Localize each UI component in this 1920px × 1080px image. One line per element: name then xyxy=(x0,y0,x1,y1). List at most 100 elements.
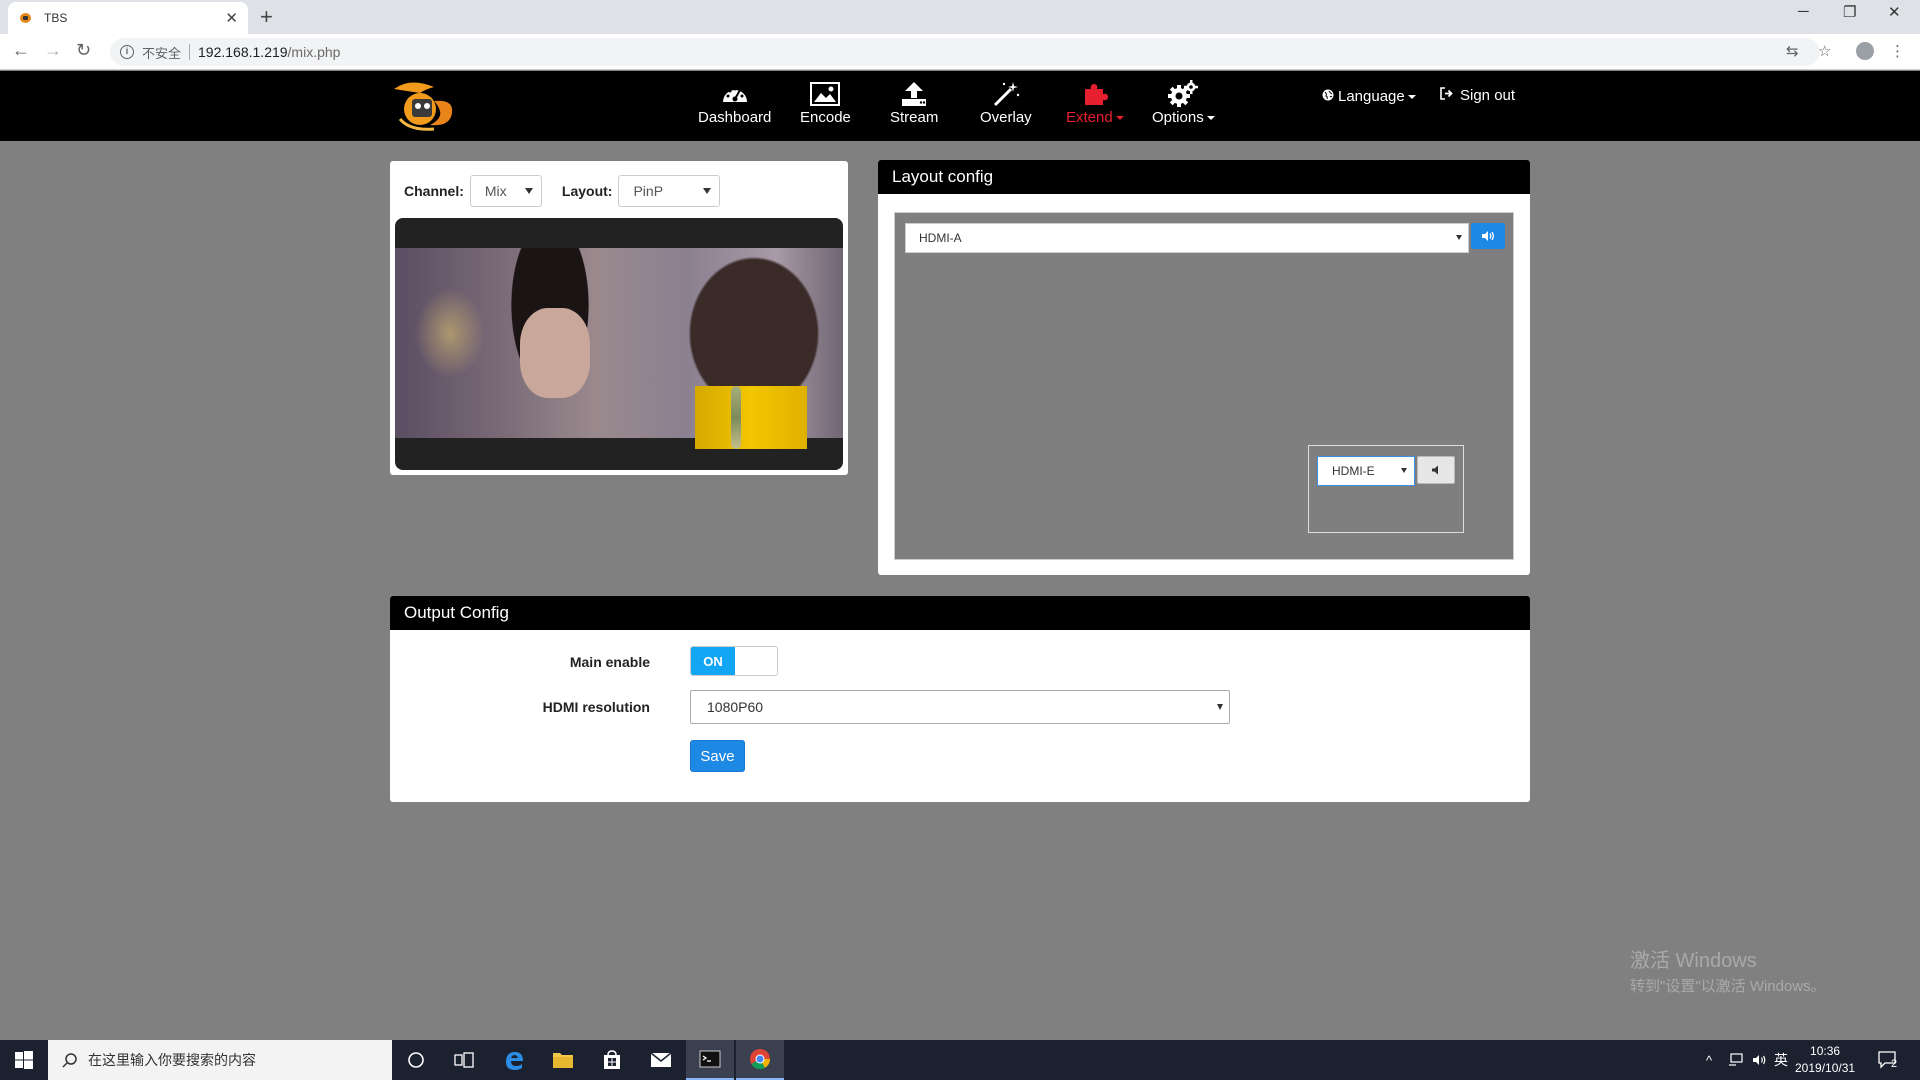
channel-value: Mix xyxy=(484,183,507,199)
pip-window[interactable]: HDMI-E xyxy=(1308,445,1464,533)
nav-options[interactable]: Options xyxy=(1152,79,1215,135)
close-tab-icon[interactable]: ✕ xyxy=(225,9,238,27)
windows-start-icon[interactable] xyxy=(0,1040,48,1080)
caret-down-icon xyxy=(1456,235,1462,240)
video-detail xyxy=(520,308,590,398)
nav-options-label: Options xyxy=(1152,109,1215,126)
terminal-icon[interactable] xyxy=(686,1040,734,1080)
nav-extend-label: Extend xyxy=(1066,109,1124,126)
nav-encode[interactable]: Encode xyxy=(800,79,851,135)
tbs-logo-icon[interactable] xyxy=(390,79,458,133)
output-config-title: Output Config xyxy=(390,596,1530,630)
pip-audio-button[interactable] xyxy=(1417,456,1455,484)
search-icon xyxy=(62,1053,77,1068)
close-window-icon[interactable]: ✕ xyxy=(1888,3,1901,21)
mail-icon[interactable] xyxy=(637,1040,685,1080)
layout-label: Layout: xyxy=(561,183,613,199)
file-explorer-icon[interactable] xyxy=(539,1040,587,1080)
nav-dashboard[interactable]: Dashboard xyxy=(698,79,771,135)
divider xyxy=(189,44,191,60)
nav-stream[interactable]: Stream xyxy=(890,79,938,135)
magic-wand-icon xyxy=(992,79,1020,109)
pip-source-value: HDMI-E xyxy=(1332,464,1375,478)
browser-tab-bar: TBS ✕ + ─ ❐ ✕ xyxy=(0,0,1920,34)
layout-select[interactable]: PinP xyxy=(618,175,721,207)
puzzle-icon xyxy=(1081,79,1109,109)
url-path: /mix.php xyxy=(287,44,341,60)
main-source-select[interactable]: HDMI-A xyxy=(905,223,1469,253)
nav-label: Encode xyxy=(800,109,851,126)
upload-icon xyxy=(900,79,928,109)
restore-icon[interactable]: ❐ xyxy=(1843,3,1856,21)
caret-down-icon xyxy=(524,188,533,194)
address-bar: ← → ↻ i 不安全 192.168.1.219/mix.php ⇆ ☆ ⋮ xyxy=(0,34,1920,70)
layout-value: PinP xyxy=(633,183,664,199)
nav-label: Options xyxy=(1152,109,1204,126)
nav-extend[interactable]: Extend xyxy=(1066,79,1124,135)
app-navbar: Dashboard Encode Stream Overlay Extend O… xyxy=(0,71,1920,141)
taskbar: 在这里输入你要搜索的内容 ^ 英 10:36 2019/10/31 2 xyxy=(0,1040,1920,1080)
video-detail xyxy=(415,288,485,378)
volume-icon xyxy=(1482,231,1494,241)
channel-select[interactable]: Mix xyxy=(469,175,542,207)
nav-label: Extend xyxy=(1066,109,1113,126)
taskbar-search-input[interactable]: 在这里输入你要搜索的内容 xyxy=(48,1040,392,1080)
nav-label: Stream xyxy=(890,109,939,126)
language-menu[interactable]: Language xyxy=(1322,88,1416,105)
chrome-icon[interactable] xyxy=(736,1040,784,1080)
menu-icon[interactable]: ⋮ xyxy=(1890,42,1905,60)
language-label: Language xyxy=(1338,88,1405,105)
translate-icon[interactable]: ⇆ xyxy=(1786,42,1799,60)
profile-avatar-icon[interactable] xyxy=(1856,42,1874,60)
nav-label: Dashboard xyxy=(698,109,772,126)
layout-canvas: HDMI-A HDMI-E xyxy=(894,212,1514,560)
task-view-icon[interactable] xyxy=(440,1040,488,1080)
caret-down-icon xyxy=(1217,704,1223,710)
insecure-label: 不安全 xyxy=(142,45,182,61)
url-input[interactable]: i 不安全 192.168.1.219/mix.php xyxy=(110,38,1820,66)
notification-count: 2 xyxy=(1891,1058,1898,1070)
image-icon xyxy=(810,79,841,109)
watermark-line2: 转到"设置"以激活 Windows。 xyxy=(1630,978,1826,995)
main-enable-label: Main enable xyxy=(569,654,650,670)
bookmark-star-icon[interactable]: ☆ xyxy=(1818,42,1831,60)
main-audio-button[interactable] xyxy=(1471,223,1505,249)
channel-label: Channel: xyxy=(404,183,464,199)
caret-down-icon xyxy=(1401,468,1407,473)
new-tab-button[interactable]: + xyxy=(260,4,273,30)
store-icon[interactable] xyxy=(588,1040,636,1080)
tray-expand-icon[interactable]: ^ xyxy=(1706,1040,1712,1080)
nav-overlay[interactable]: Overlay xyxy=(980,79,1032,135)
ime-indicator[interactable]: 英 xyxy=(1774,1040,1788,1080)
layout-config-panel: Layout config HDMI-A HDMI-E xyxy=(878,160,1530,575)
globe-icon xyxy=(1322,88,1334,105)
network-icon[interactable] xyxy=(1728,1040,1744,1080)
minimize-icon[interactable]: ─ xyxy=(1798,3,1809,20)
notification-center-icon[interactable]: 2 xyxy=(1878,1040,1897,1080)
save-button[interactable]: Save xyxy=(690,740,745,772)
browser-tab[interactable]: TBS ✕ xyxy=(8,2,248,34)
hdmi-resolution-select[interactable]: 1080P60 xyxy=(690,690,1230,724)
activation-watermark: 激活 Windows 转到"设置"以激活 Windows。 xyxy=(1630,944,1826,996)
pip-source-select[interactable]: HDMI-E xyxy=(1317,456,1415,486)
back-icon[interactable]: ← xyxy=(12,40,30,61)
nav-label: Overlay xyxy=(980,109,1032,126)
main-source-value: HDMI-A xyxy=(919,231,962,245)
edge-browser-icon[interactable] xyxy=(490,1040,538,1080)
cortana-icon[interactable] xyxy=(392,1040,440,1080)
reload-icon[interactable]: ↻ xyxy=(76,40,91,61)
taskbar-clock[interactable]: 10:36 2019/10/31 xyxy=(1795,1043,1855,1077)
forward-icon[interactable]: → xyxy=(44,40,62,61)
volume-tray-icon[interactable] xyxy=(1752,1040,1768,1080)
hdmi-resolution-label: HDMI resolution xyxy=(542,699,650,715)
tbs-favicon-icon xyxy=(18,10,34,26)
toggle-on-label: ON xyxy=(691,647,735,675)
main-enable-toggle[interactable]: ON xyxy=(690,646,778,676)
url-host: 192.168.1.219 xyxy=(198,44,288,60)
info-icon[interactable]: i xyxy=(120,45,134,59)
clock-time: 10:36 xyxy=(1810,1044,1841,1058)
clock-date: 2019/10/31 xyxy=(1795,1061,1856,1075)
caret-down-icon xyxy=(1115,116,1124,121)
sign-out-link[interactable]: Sign out xyxy=(1440,87,1515,104)
preview-controls: Channel: Mix Layout: PinP xyxy=(404,175,721,207)
